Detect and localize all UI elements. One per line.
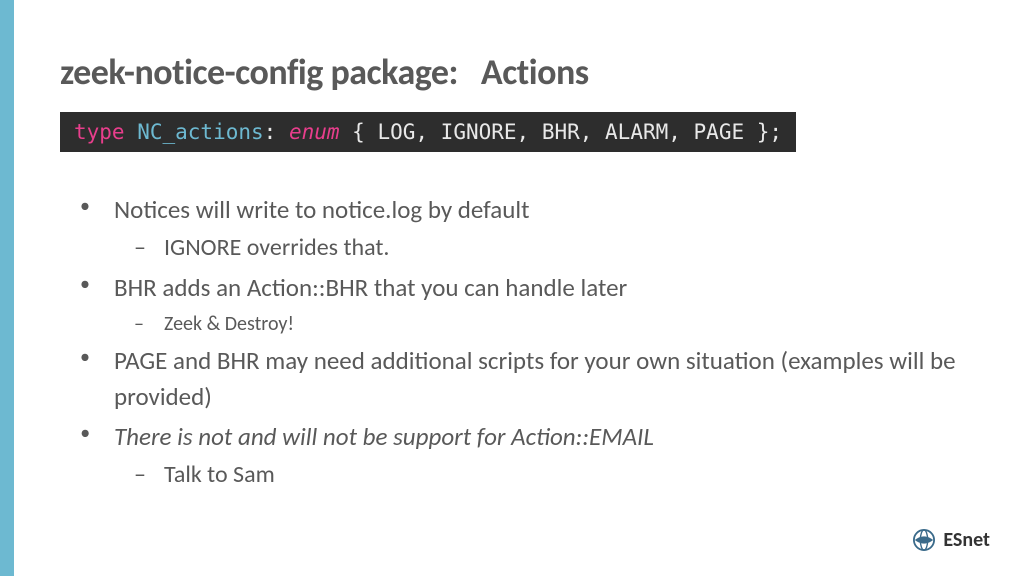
footer-logo: ESnet xyxy=(913,528,990,552)
accent-bar xyxy=(0,0,14,576)
bullet-item: Notices will write to notice.log by defa… xyxy=(98,192,964,266)
bullet-text: PAGE and BHR may need additional scripts… xyxy=(114,345,956,412)
logo-text: ESnet xyxy=(943,528,990,552)
slide-title: zeek-notice-config package: Actions xyxy=(60,50,964,94)
bullet-item: There is not and will not be support for… xyxy=(98,419,964,493)
sub-text: IGNORE overrides that. xyxy=(164,233,389,262)
bullet-item: BHR adds an Action::BHR that you can han… xyxy=(98,270,964,338)
sub-item: IGNORE overrides that. xyxy=(148,230,964,266)
bullet-item: PAGE and BHR may need additional scripts… xyxy=(98,343,964,416)
sub-text: Zeek & Destroy! xyxy=(164,312,294,336)
sub-item: Zeek & Destroy! xyxy=(148,309,964,339)
bullet-text: BHR adds an Action::BHR that you can han… xyxy=(114,272,627,303)
sub-list: Talk to Sam xyxy=(114,457,964,493)
code-colon: : xyxy=(264,120,289,144)
sub-list: Zeek & Destroy! xyxy=(114,309,964,339)
slide-content: zeek-notice-config package: Actions type… xyxy=(0,0,1024,493)
code-identifier: NC_actions xyxy=(137,120,263,144)
code-keyword-type: type xyxy=(74,120,137,144)
bullet-text: Notices will write to notice.log by defa… xyxy=(114,194,530,225)
code-body: { LOG, IGNORE, BHR, ALARM, PAGE }; xyxy=(340,120,783,144)
sub-list: IGNORE overrides that. xyxy=(114,230,964,266)
bullet-list: Notices will write to notice.log by defa… xyxy=(60,192,964,493)
sub-text: Talk to Sam xyxy=(164,460,275,489)
code-keyword-enum: enum xyxy=(289,120,340,144)
sub-item: Talk to Sam xyxy=(148,457,964,493)
bullet-text: There is not and will not be support for… xyxy=(114,421,654,452)
code-block: type NC_actions: enum { LOG, IGNORE, BHR… xyxy=(60,112,796,152)
globe-icon xyxy=(913,529,935,551)
